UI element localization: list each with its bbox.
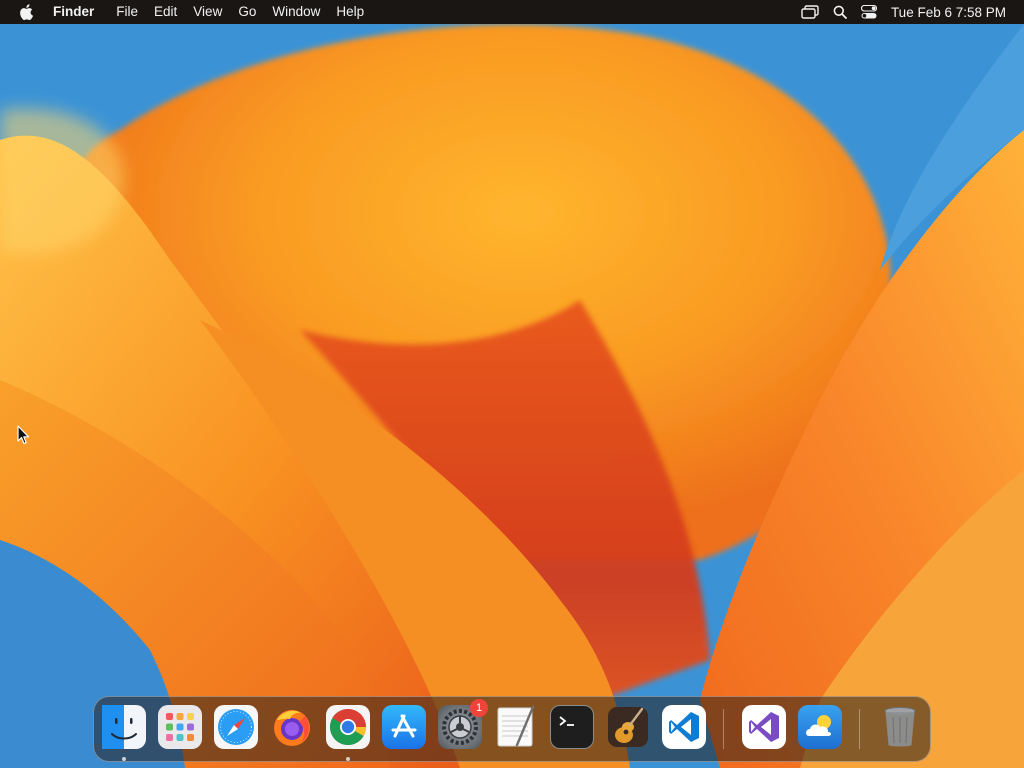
menu-file[interactable]: File (108, 0, 146, 24)
dock: 1 (93, 696, 931, 762)
menu-bar: Finder File Edit View Go Window Help Tue… (0, 0, 1024, 24)
garageband-icon (608, 707, 648, 747)
mouse-cursor-icon (17, 425, 30, 445)
dock-textedit[interactable] (494, 705, 538, 749)
control-center-icon[interactable] (860, 0, 877, 24)
menu-view[interactable]: View (185, 0, 230, 24)
dock-launchpad[interactable] (158, 705, 202, 749)
safari-icon (218, 709, 254, 745)
menu-edit[interactable]: Edit (146, 0, 185, 24)
chrome-icon (329, 709, 367, 746)
visual-studio-icon (749, 712, 779, 742)
dock-chrome[interactable] (326, 705, 370, 749)
dock-trash[interactable] (878, 705, 922, 749)
dock-finder[interactable] (102, 705, 146, 749)
apple-logo-icon[interactable] (19, 0, 37, 24)
dock-separator (723, 709, 724, 749)
menu-go[interactable]: Go (230, 0, 264, 24)
running-indicator (122, 757, 126, 761)
menu-window[interactable]: Window (264, 0, 328, 24)
dock-system-settings[interactable]: 1 (438, 699, 488, 749)
app-store-icon (391, 714, 417, 738)
menu-help[interactable]: Help (328, 0, 372, 24)
textedit-icon (497, 705, 535, 747)
dock-weather[interactable] (798, 705, 842, 749)
trash-icon (884, 707, 916, 747)
spotlight-search-icon[interactable] (833, 0, 847, 24)
dock-separator (859, 709, 860, 749)
running-indicator (346, 757, 350, 761)
desktop-wallpaper (0, 0, 1024, 768)
finder-icon (102, 705, 137, 749)
desktop[interactable]: Finder File Edit View Go Window Help Tue… (0, 0, 1024, 768)
screen-mirroring-icon[interactable] (801, 0, 819, 24)
vscode-icon (669, 712, 699, 742)
dock-firefox[interactable] (270, 705, 314, 749)
dock-app-store[interactable] (382, 705, 426, 749)
dock-vscode[interactable] (662, 705, 706, 749)
terminal-icon (559, 716, 574, 726)
weather-icon (806, 715, 831, 736)
dock-garageband[interactable] (606, 705, 650, 749)
firefox-icon (274, 710, 310, 746)
launchpad-icon (166, 713, 194, 741)
dock-safari[interactable] (214, 705, 258, 749)
notification-badge: 1 (470, 699, 488, 717)
dock-visual-studio[interactable] (742, 705, 786, 749)
menu-app-finder[interactable]: Finder (53, 0, 102, 24)
dock-terminal[interactable] (550, 705, 594, 749)
menu-bar-clock[interactable]: Tue Feb 6 7:58 PM (891, 5, 1006, 20)
